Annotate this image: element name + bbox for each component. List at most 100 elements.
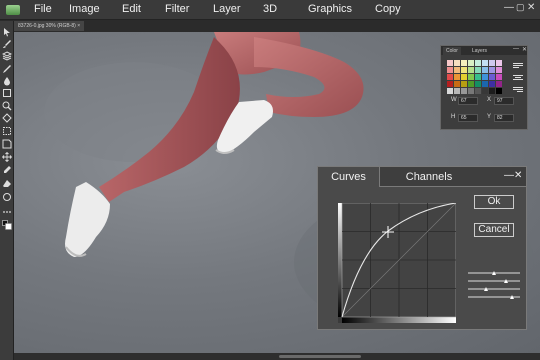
- document-tab[interactable]: 83726-0.jpg 30% (RGB-8) ×: [14, 21, 85, 31]
- drop-icon[interactable]: [2, 76, 12, 86]
- menu-file[interactable]: File: [34, 3, 52, 15]
- color-swatch[interactable]: [454, 67, 460, 73]
- brush-icon[interactable]: [2, 39, 12, 49]
- scrollbar-thumb[interactable]: [279, 355, 361, 358]
- menu-3d[interactable]: 3D: [263, 3, 277, 15]
- align-center-icon[interactable]: [513, 74, 523, 80]
- color-swatch[interactable]: [475, 67, 481, 73]
- color-swatch[interactable]: [454, 81, 460, 87]
- menu-image[interactable]: Image: [69, 3, 100, 15]
- color-swatch[interactable]: [482, 81, 488, 87]
- restore-icon[interactable]: ▢: [516, 2, 525, 13]
- tab-layers[interactable]: Layers: [469, 47, 490, 55]
- tab-color[interactable]: Color: [443, 47, 461, 55]
- color-swatch[interactable]: [461, 81, 467, 87]
- color-swatch[interactable]: [482, 60, 488, 66]
- fill-icon[interactable]: [2, 113, 12, 123]
- y-label: Y: [487, 114, 492, 120]
- marquee-icon[interactable]: [2, 126, 12, 136]
- w-field[interactable]: 67: [458, 97, 478, 105]
- align-right-icon[interactable]: [513, 86, 523, 92]
- color-swatch[interactable]: [475, 88, 481, 94]
- color-swatch[interactable]: [454, 88, 460, 94]
- menu-graphics[interactable]: Graphics: [308, 3, 352, 15]
- color-swatch[interactable]: [461, 74, 467, 80]
- color-swatch[interactable]: [489, 67, 495, 73]
- color-swatch[interactable]: [468, 60, 474, 66]
- app-icon[interactable]: [6, 5, 20, 15]
- color-swatch[interactable]: [496, 67, 502, 73]
- color-swatch[interactable]: [461, 67, 467, 73]
- color-swatch[interactable]: [454, 74, 460, 80]
- rectangle-icon[interactable]: [2, 88, 12, 98]
- color-swatch[interactable]: [475, 74, 481, 80]
- pencil-icon[interactable]: [2, 64, 12, 74]
- color-swatch[interactable]: [489, 74, 495, 80]
- color-swatch[interactable]: [468, 67, 474, 73]
- cancel-button[interactable]: Cancel: [474, 223, 514, 237]
- color-swatch[interactable]: [475, 60, 481, 66]
- more-icon[interactable]: [2, 207, 12, 217]
- color-swatch[interactable]: [468, 81, 474, 87]
- h-field[interactable]: 65: [458, 114, 478, 122]
- output-gradient: [338, 203, 342, 317]
- swatch-grid: [447, 60, 502, 94]
- color-swatch[interactable]: [482, 74, 488, 80]
- color-swatch[interactable]: [447, 81, 453, 87]
- color-swatch[interactable]: [482, 67, 488, 73]
- x-field[interactable]: 97: [494, 97, 514, 105]
- horizontal-scrollbar[interactable]: [14, 353, 540, 360]
- dialog-close-icon[interactable]: ✕: [514, 170, 522, 181]
- color-swatch[interactable]: [468, 74, 474, 80]
- panel-minimize-icon[interactable]: —: [513, 46, 519, 52]
- menu-edit[interactable]: Edit: [122, 3, 141, 15]
- eraser-icon[interactable]: [2, 179, 12, 189]
- color-panel-tabs: Color Layers — ✕: [441, 46, 527, 55]
- y-field[interactable]: 82: [494, 114, 514, 122]
- close-icon[interactable]: ✕: [527, 2, 535, 13]
- color-swatch[interactable]: [496, 81, 502, 87]
- h-label: H: [451, 114, 456, 120]
- ellipse-icon[interactable]: [2, 192, 12, 202]
- panel-close-icon[interactable]: ✕: [522, 46, 527, 53]
- minimize-icon[interactable]: —: [504, 2, 514, 13]
- color-swatch[interactable]: [475, 81, 481, 87]
- layers-icon[interactable]: [2, 51, 12, 61]
- color-swatch[interactable]: [489, 60, 495, 66]
- curves-graph[interactable]: [338, 203, 456, 323]
- menu-bar: File Image Edit Filter Layer 3D Graphics…: [0, 0, 540, 20]
- menu-layer[interactable]: Layer: [213, 3, 241, 15]
- tab-curves[interactable]: Curves: [318, 167, 380, 187]
- dialog-minimize-icon[interactable]: —: [504, 170, 514, 181]
- levels-sliders-icon[interactable]: [468, 270, 520, 300]
- ok-button[interactable]: Ok: [474, 195, 514, 209]
- color-swatch[interactable]: [482, 88, 488, 94]
- color-swatch[interactable]: [496, 74, 502, 80]
- align-icon[interactable]: [513, 62, 523, 68]
- color-swatch[interactable]: [447, 88, 453, 94]
- color-swatch[interactable]: [468, 88, 474, 94]
- color-swatch[interactable]: [461, 88, 467, 94]
- x-label: X: [487, 97, 492, 103]
- pan-icon[interactable]: [2, 152, 12, 162]
- window-controls: — ▢ ✕: [502, 2, 536, 17]
- color-swatch[interactable]: [447, 60, 453, 66]
- tab-channels[interactable]: Channels: [380, 167, 478, 187]
- move-icon[interactable]: [2, 27, 12, 37]
- eyedropper-icon[interactable]: [2, 165, 12, 175]
- color-swatch[interactable]: [489, 88, 495, 94]
- color-swatch[interactable]: [489, 81, 495, 87]
- crop-icon[interactable]: [2, 139, 12, 149]
- color-swatch[interactable]: [461, 60, 467, 66]
- color-swatch[interactable]: [496, 60, 502, 66]
- color-swatch[interactable]: [454, 60, 460, 66]
- color-panel: Color Layers — ✕ W 67 X 97 H 65 Y 82: [440, 45, 528, 130]
- color-swap-icon[interactable]: [2, 220, 12, 230]
- color-swatch[interactable]: [496, 88, 502, 94]
- zoom-icon[interactable]: [2, 101, 12, 111]
- color-swatch[interactable]: [447, 74, 453, 80]
- menu-copy[interactable]: Copy: [375, 3, 401, 15]
- input-gradient: [342, 317, 456, 323]
- color-swatch[interactable]: [447, 67, 453, 73]
- menu-filter[interactable]: Filter: [165, 3, 189, 15]
